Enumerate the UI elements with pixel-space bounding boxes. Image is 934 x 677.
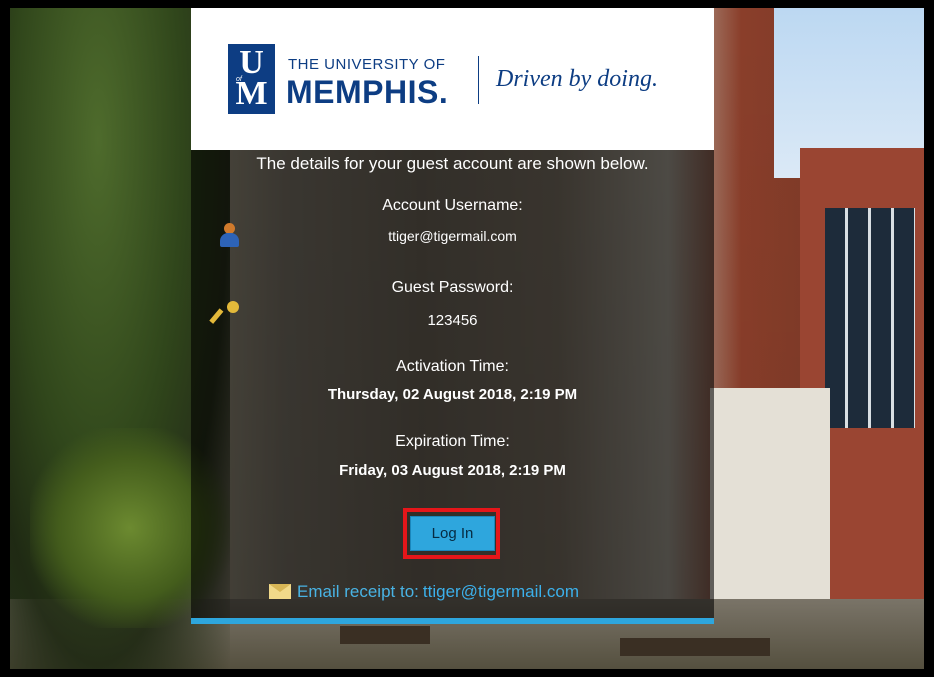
logo-mark-of: of <box>236 76 242 83</box>
logo-divider <box>478 56 479 104</box>
password-value: 123456 <box>427 312 478 329</box>
envelope-icon <box>269 584 291 599</box>
username-label: Account Username: <box>382 197 523 214</box>
um-logo-mark: U M of <box>228 44 275 114</box>
expiration-label: Expiration Time: <box>395 433 510 450</box>
pillar <box>770 388 830 608</box>
bench <box>340 626 430 644</box>
email-receipt-link[interactable]: ttiger@tigermail.com <box>423 582 579 601</box>
expiration-value: Friday, 03 August 2018, 2:19 PM <box>339 462 566 479</box>
activation-value: Thursday, 02 August 2018, 2:19 PM <box>327 386 578 403</box>
pillar <box>710 388 770 608</box>
university-name-big: MEMPHIS. <box>286 74 449 110</box>
panel-accent-bar <box>191 618 714 624</box>
email-receipt-row: Email receipt to: ttiger@tigermail.com <box>269 582 579 602</box>
bench <box>620 638 770 656</box>
password-label: Guest Password: <box>391 279 514 296</box>
email-receipt-label: Email receipt to: <box>297 582 419 601</box>
guest-account-panel: U M of THE UNIVERSITY OF MEMPHIS. Driven… <box>191 8 714 624</box>
login-button[interactable]: Log In <box>410 516 495 551</box>
intro-text: The details for your guest account are s… <box>256 154 649 173</box>
university-logo-header: U M of THE UNIVERSITY OF MEMPHIS. Driven… <box>191 8 714 150</box>
activation-label: Activation Time: <box>396 358 509 375</box>
building-windows <box>825 208 915 428</box>
tagline: Driven by doing. <box>496 66 658 92</box>
university-name-small: THE UNIVERSITY OF <box>288 56 446 73</box>
background-photo: U M of THE UNIVERSITY OF MEMPHIS. Driven… <box>10 8 924 669</box>
username-value: ttiger@tigermail.com <box>388 228 517 244</box>
